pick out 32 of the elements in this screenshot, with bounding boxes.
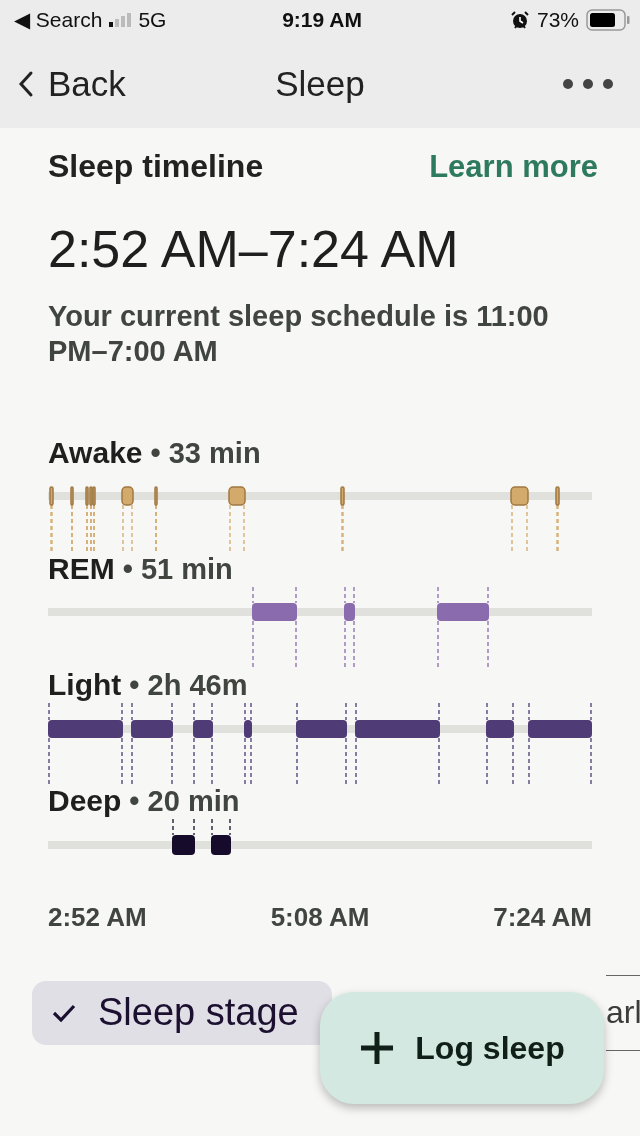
- sleep-schedule-text: Your current sleep schedule is 11:00 PM–7:00 AM: [47, 299, 550, 370]
- more-options-icon[interactable]: [562, 78, 614, 90]
- checkmark-icon: [52, 1003, 76, 1022]
- chevron-left-icon: [18, 70, 34, 98]
- battery-icon: [586, 9, 630, 31]
- axis-label: 2:52 AM: [48, 901, 147, 933]
- network-type: 5G: [138, 8, 167, 32]
- alarm-clock-icon: [509, 10, 530, 30]
- stage-duration: • 2h 46m: [129, 668, 248, 702]
- stage-name: Deep: [48, 784, 122, 819]
- signal-icon: [109, 13, 132, 27]
- page-title: Sleep: [275, 64, 365, 104]
- learn-more-link[interactable]: Learn more: [429, 148, 598, 185]
- stage-name: REM: [48, 552, 115, 587]
- stage-duration: • 20 min: [129, 784, 240, 818]
- stage-transition-lines: [172, 818, 231, 836]
- status-time: 9:19 AM: [282, 8, 362, 32]
- stage-name: Awake: [48, 436, 143, 471]
- axis-label: 5:08 AM: [270, 901, 370, 933]
- filter-chip[interactable]: Sleep stage: [32, 980, 332, 1045]
- back-button[interactable]: Back: [0, 64, 126, 104]
- stage-duration: • 51 min: [122, 552, 233, 586]
- battery-percent: 73%: [536, 8, 579, 32]
- stage-duration: • 33 min: [150, 436, 261, 470]
- axis-label: 7:24 AM: [493, 901, 592, 933]
- back-to-app-link[interactable]: ◀ Search: [14, 8, 103, 32]
- section-title: Sleep timeline: [48, 148, 264, 185]
- filter-chip[interactable]: arl: [606, 974, 640, 1051]
- plus-icon: [359, 1030, 396, 1066]
- log-sleep-button[interactable]: Log sleep: [320, 992, 604, 1104]
- stage-name: Light: [48, 668, 122, 703]
- sleep-time-range: 2:52 AM–7:24 AM: [47, 219, 460, 279]
